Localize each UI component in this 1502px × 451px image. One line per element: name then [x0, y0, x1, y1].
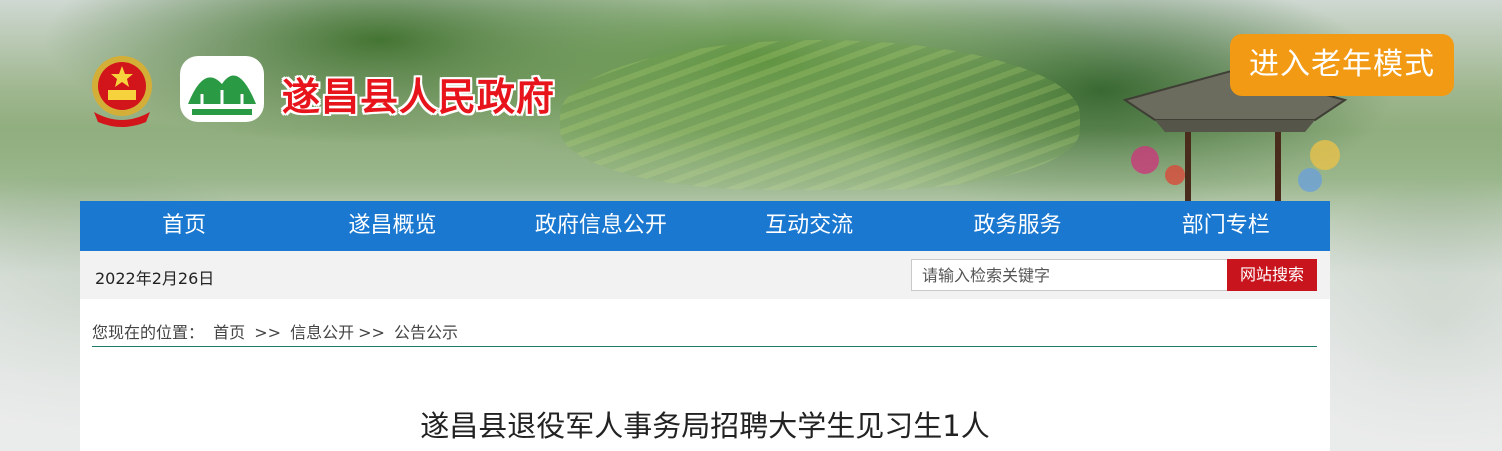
search-input[interactable]	[911, 259, 1235, 291]
breadcrumb-home[interactable]: 首页	[213, 323, 245, 342]
nav-item-departments[interactable]: 部门专栏	[1122, 201, 1330, 251]
site-title: 遂昌县人民政府	[282, 74, 556, 119]
elder-mode-button[interactable]: 进入老年模式	[1230, 34, 1454, 96]
breadcrumb-info[interactable]: 信息公开	[290, 323, 354, 342]
breadcrumb: 您现在的位置： 首页 >> 信息公开 >> 公告公示	[92, 319, 462, 343]
nav-item-overview[interactable]: 遂昌概览	[288, 201, 496, 251]
current-date: 2022年2月26日	[95, 269, 215, 288]
main-nav: 首页 遂昌概览 政府信息公开 互动交流 政务服务 部门专栏	[80, 201, 1330, 251]
article-title: 遂昌县退役军人事务局招聘大学生见习生1人	[420, 409, 990, 443]
national-emblem-icon	[92, 56, 152, 127]
breadcrumb-separator: >>	[358, 323, 385, 342]
breadcrumb-separator: >>	[254, 323, 282, 342]
site-search-button[interactable]: 网站搜索	[1227, 259, 1317, 291]
breadcrumb-current[interactable]: 公告公示	[394, 323, 458, 342]
breadcrumb-divider	[92, 346, 1317, 347]
content-panel: 2022年2月26日 网站搜索 您现在的位置： 首页 >> 信息公开>> 公告公…	[80, 251, 1330, 451]
nav-item-gov-services[interactable]: 政务服务	[913, 201, 1121, 251]
date-search-bar: 2022年2月26日 网站搜索	[80, 251, 1330, 299]
county-logo-icon	[180, 56, 264, 122]
nav-item-home[interactable]: 首页	[80, 201, 288, 251]
nav-item-info-disclosure[interactable]: 政府信息公开	[497, 201, 705, 251]
breadcrumb-prefix: 您现在的位置：	[92, 323, 205, 342]
nav-item-interaction[interactable]: 互动交流	[705, 201, 913, 251]
